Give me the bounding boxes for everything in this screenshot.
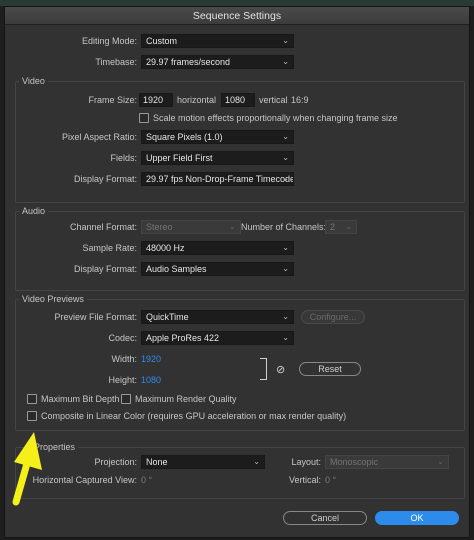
link-bracket: [260, 358, 267, 380]
dialog-title: Sequence Settings: [5, 7, 469, 25]
max-bit-depth-label: Maximum Bit Depth: [41, 394, 120, 404]
preview-width-value[interactable]: 1920: [141, 352, 161, 366]
video-display-format-label: Display Format:: [73, 174, 137, 184]
video-section-title: Video: [19, 75, 48, 87]
sample-rate-select[interactable]: 48000 Hz ⌄: [141, 241, 294, 255]
fields-label: Fields:: [110, 153, 137, 163]
aspect-ratio-text: 16:9: [291, 95, 309, 105]
preview-file-format-label: Preview File Format:: [54, 312, 137, 322]
audio-display-format-label: Display Format:: [73, 264, 137, 274]
pixel-aspect-label: Pixel Aspect Ratio:: [61, 132, 137, 142]
chevron-down-icon: ⌄: [282, 132, 289, 141]
sequence-settings-dialog: Sequence Settings Editing Mode: Custom ⌄…: [4, 6, 470, 538]
chevron-down-icon: ⌄: [229, 222, 236, 231]
editing-mode-select[interactable]: Custom ⌄: [141, 34, 294, 48]
num-channels-label: Number of Channels:: [241, 222, 327, 232]
vr-vertical-label: Vertical:: [288, 475, 321, 485]
chevron-down-icon: ⌄: [282, 243, 289, 252]
channel-format-select[interactable]: Stereo ⌄: [141, 220, 241, 234]
fields-select[interactable]: Upper Field First ⌄: [141, 151, 294, 165]
preview-height-label: Height:: [108, 375, 137, 385]
composite-linear-label: Composite in Linear Color (requires GPU …: [41, 411, 347, 421]
video-display-format-select[interactable]: 29.97 fps Non-Drop-Frame Timecode ⌄: [141, 172, 294, 186]
channel-format-value: Stereo: [146, 222, 173, 232]
preview-file-format-value: QuickTime: [146, 312, 189, 322]
scale-motion-checkbox[interactable]: [139, 113, 149, 123]
timebase-select[interactable]: 29.97 frames/second ⌄: [141, 55, 294, 69]
chevron-down-icon: ⌄: [282, 36, 289, 45]
codec-select[interactable]: Apple ProRes 422 ⌄: [141, 331, 294, 345]
h-captured-view-value[interactable]: 0 °: [141, 473, 152, 487]
audio-display-format-value: Audio Samples: [146, 264, 207, 274]
video-previews-section-title: Video Previews: [19, 293, 87, 305]
layout-select[interactable]: Monoscopic ⌄: [325, 455, 449, 469]
num-channels-value: 2: [330, 222, 336, 232]
fields-value: Upper Field First: [146, 153, 213, 163]
pixel-aspect-value: Square Pixels (1.0): [146, 132, 223, 142]
projection-select[interactable]: None ⌄: [141, 455, 265, 469]
ok-button[interactable]: OK: [375, 511, 459, 525]
frame-size-label: Frame Size:: [88, 95, 137, 105]
codec-value: Apple ProRes 422: [146, 333, 220, 343]
vr-vertical-value[interactable]: 0 °: [325, 473, 336, 487]
scale-motion-label: Scale motion effects proportionally when…: [153, 113, 398, 123]
editing-mode-value: Custom: [146, 36, 178, 46]
preview-height-value[interactable]: 1080: [141, 373, 161, 387]
chevron-down-icon: ⌄: [282, 312, 289, 321]
sample-rate-value: 48000 Hz: [146, 243, 185, 253]
background-app-right: [470, 6, 474, 540]
pixel-aspect-select[interactable]: Square Pixels (1.0) ⌄: [141, 130, 294, 144]
frame-width-input[interactable]: 1920: [139, 93, 173, 107]
channel-format-label: Channel Format:: [69, 222, 137, 232]
audio-display-format-select[interactable]: Audio Samples ⌄: [141, 262, 294, 276]
audio-section-title: Audio: [19, 205, 49, 217]
configure-button[interactable]: Configure...: [301, 310, 365, 324]
cancel-button[interactable]: Cancel: [283, 511, 367, 525]
horizontal-label: horizontal: [177, 95, 217, 105]
preview-width-label: Width:: [111, 354, 137, 364]
codec-label: Codec:: [108, 333, 137, 343]
timebase-label: Timebase:: [95, 57, 137, 67]
annotation-arrow-icon: [12, 432, 42, 506]
editing-mode-label: Editing Mode:: [81, 36, 137, 46]
max-bit-depth-checkbox[interactable]: [27, 394, 37, 404]
layout-label: Layout:: [291, 457, 321, 467]
chevron-down-icon: ⌄: [282, 264, 289, 273]
reset-button[interactable]: Reset: [299, 362, 361, 376]
chevron-down-icon: ⌄: [253, 457, 260, 466]
max-render-quality-checkbox[interactable]: [121, 394, 131, 404]
video-display-format-value: 29.97 fps Non-Drop-Frame Timecode: [146, 174, 294, 184]
projection-value: None: [146, 457, 168, 467]
link-icon[interactable]: ⊘: [276, 363, 285, 377]
frame-height-input[interactable]: 1080: [221, 93, 255, 107]
chevron-down-icon: ⌄: [282, 153, 289, 162]
chevron-down-icon: ⌄: [345, 222, 352, 231]
chevron-down-icon: ⌄: [282, 57, 289, 66]
chevron-down-icon: ⌄: [282, 174, 289, 183]
num-channels-select[interactable]: 2 ⌄: [325, 220, 357, 234]
vertical-label: vertical: [259, 95, 288, 105]
chevron-down-icon: ⌄: [437, 457, 444, 466]
preview-file-format-select[interactable]: QuickTime ⌄: [141, 310, 294, 324]
chevron-down-icon: ⌄: [282, 333, 289, 342]
max-render-quality-label: Maximum Render Quality: [135, 394, 237, 404]
layout-value: Monoscopic: [330, 457, 379, 467]
sample-rate-label: Sample Rate:: [82, 243, 137, 253]
timebase-value: 29.97 frames/second: [146, 57, 231, 67]
